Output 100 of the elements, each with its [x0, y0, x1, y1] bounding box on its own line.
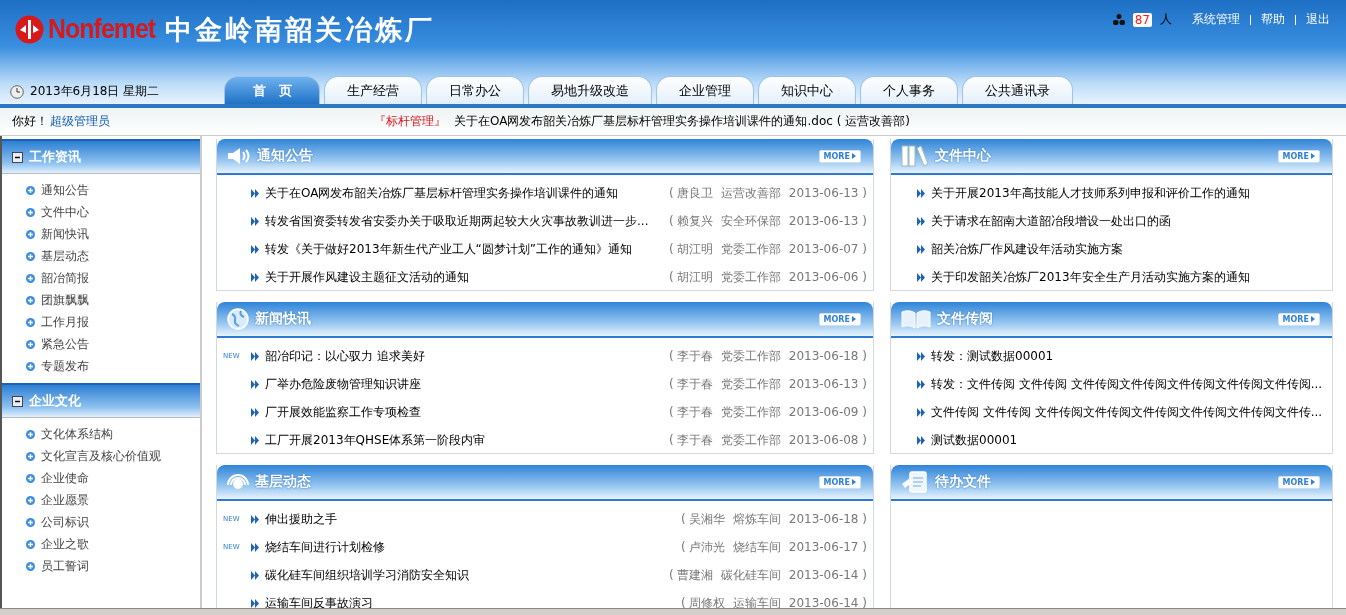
logo-text: Nonfemet	[48, 14, 156, 45]
users-icon	[1112, 14, 1125, 25]
collapse-icon[interactable]	[12, 395, 23, 407]
item-link[interactable]: 文件传阅 文件传阅 文件传阅文件传阅文件传阅文件传阅文件传阅文件传...	[931, 403, 1328, 421]
double-arrow-icon	[917, 379, 925, 389]
sidebar-link[interactable]: 员工誓词	[41, 557, 89, 575]
arrow-icon	[852, 153, 856, 159]
header-link[interactable]: 系统管理	[1190, 11, 1242, 28]
bullet-icon	[26, 517, 35, 527]
item-link[interactable]: 转发《关于做好2013年新生代产业工人“圆梦计划”工作的通知》通知	[265, 240, 669, 258]
item-link[interactable]: 测试数据00001	[931, 431, 1328, 449]
document-icon	[901, 470, 929, 494]
item-link[interactable]: 关于开展作风建设主题征文活动的通知	[265, 268, 669, 286]
item-meta: ( 唐良卫 运营改善部 2013-06-13 )	[669, 184, 867, 202]
nav-tab[interactable]: 知识中心	[758, 76, 856, 104]
double-arrow-icon	[251, 188, 259, 198]
item-meta: ( 李于春 党委工作部 2013-06-13 )	[669, 375, 867, 393]
nav-tab[interactable]: 日常办公	[426, 76, 524, 104]
item-link[interactable]: 厂举办危险废物管理知识讲座	[265, 375, 669, 393]
bullet-icon	[26, 561, 35, 571]
sidebar-link[interactable]: 企业愿景	[41, 491, 89, 509]
item-meta: ( 李于春 党委工作部 2013-06-08 )	[669, 431, 867, 449]
double-arrow-icon	[251, 216, 259, 226]
sidebar-link[interactable]: 专题发布	[41, 357, 89, 375]
item-link[interactable]: 烧结车间进行计划检修	[265, 538, 681, 556]
panel-title: 文件中心	[935, 147, 991, 165]
header-link[interactable]: 帮助	[1259, 11, 1287, 28]
double-arrow-icon	[251, 435, 259, 445]
item-link[interactable]: 运输车间反事故演习	[265, 594, 681, 608]
double-arrow-icon	[917, 407, 925, 417]
globe-icon	[227, 308, 249, 330]
sidebar-link[interactable]: 通知公告	[41, 181, 89, 199]
notice-tag: 『标杆管理』	[374, 113, 446, 130]
greeting-text: 你好！	[12, 113, 48, 130]
sidebar-link[interactable]: 文化体系结构	[41, 425, 113, 443]
item-link[interactable]: 转发：测试数据00001	[931, 347, 1328, 365]
arrow-icon	[852, 316, 856, 322]
double-arrow-icon	[251, 379, 259, 389]
double-arrow-icon	[917, 244, 925, 254]
double-arrow-icon	[917, 351, 925, 361]
nav-tab[interactable]: 生产经营	[324, 76, 422, 104]
more-button[interactable]: MORE	[1277, 475, 1320, 489]
item-link[interactable]: 韶冶印记：以心驭力 追求美好	[265, 347, 669, 365]
bullet-icon	[26, 251, 35, 261]
double-arrow-icon	[917, 216, 925, 226]
bullet-icon	[26, 339, 35, 349]
sidebar-link[interactable]: 文件中心	[41, 203, 89, 221]
arrow-icon	[1311, 479, 1315, 485]
item-link[interactable]: 转发省国资委转发省安委办关于吸取近期两起较大火灾事故教训进一步...	[265, 212, 669, 230]
more-button[interactable]: MORE	[1277, 149, 1320, 163]
item-link[interactable]: 工厂开展2013年QHSE体系第一阶段内审	[265, 431, 669, 449]
sidebar-link[interactable]: 新闻快讯	[41, 225, 89, 243]
item-meta: ( 卢沛光 烧结车间 2013-06-17 )	[681, 538, 867, 556]
online-count: 87	[1132, 12, 1152, 27]
sidebar-link[interactable]: 公司标识	[41, 513, 89, 531]
sidebar-link[interactable]: 团旗飘飘	[41, 291, 89, 309]
item-meta: ( 胡江明 党委工作部 2013-06-06 )	[669, 268, 867, 286]
item-link[interactable]: 厂开展效能监察工作专项检查	[265, 403, 669, 421]
item-link[interactable]: 转发：文件传阅 文件传阅 文件传阅文件传阅文件传阅文件传阅文件传阅...	[931, 375, 1328, 393]
double-arrow-icon	[251, 514, 259, 524]
user-link[interactable]: 超级管理员	[48, 113, 112, 130]
item-link[interactable]: 韶关冶炼厂作风建设年活动实施方案	[931, 240, 1328, 258]
double-arrow-icon	[251, 407, 259, 417]
item-meta: ( 胡江明 党委工作部 2013-06-07 )	[669, 240, 867, 258]
item-link[interactable]: 关于印发韶关冶炼厂2013年安全生产月活动实施方案的通知	[931, 268, 1328, 286]
item-link[interactable]: 关于请求在韶南大道韶冶段增设一处出口的函	[931, 212, 1328, 230]
sidebar-link[interactable]: 文化宣言及核心价值观	[41, 447, 161, 465]
bullet-icon	[26, 495, 35, 505]
item-link[interactable]: 伸出援助之手	[265, 510, 681, 528]
double-arrow-icon	[251, 351, 259, 361]
more-button[interactable]: MORE	[1277, 312, 1320, 326]
sidebar-link[interactable]: 韶冶简报	[41, 269, 89, 287]
sidebar-link[interactable]: 企业之歌	[41, 535, 89, 553]
nav-tab[interactable]: 企业管理	[656, 76, 754, 104]
sidebar-link[interactable]: 工作月报	[41, 313, 89, 331]
sidebar-link[interactable]: 基层动态	[41, 247, 89, 265]
more-button[interactable]: MORE	[818, 475, 861, 489]
item-link[interactable]: 关于在OA网发布韶关冶炼厂基层标杆管理实务操作培训课件的通知	[265, 184, 669, 202]
bullet-icon	[26, 361, 35, 371]
bullet-icon	[26, 295, 35, 305]
nav-tab[interactable]: 公共通讯录	[962, 76, 1073, 104]
more-button[interactable]: MORE	[818, 149, 861, 163]
panel-title: 文件传阅	[937, 310, 993, 328]
sidebar-link[interactable]: 企业使命	[41, 469, 89, 487]
arrow-icon	[1311, 153, 1315, 159]
header-link[interactable]: 退出	[1304, 11, 1332, 28]
double-arrow-icon	[251, 542, 259, 552]
sidebar-link[interactable]: 紧急公告	[41, 335, 89, 353]
nav-tab[interactable]: 个人事务	[860, 76, 958, 104]
nav-tab[interactable]: 易地升级改造	[528, 76, 652, 104]
date-text: 2013年6月18日 星期二	[30, 83, 160, 100]
item-link[interactable]: 碳化硅车间组织培训学习消防安全知识	[265, 566, 669, 584]
bullet-icon	[26, 451, 35, 461]
online-unit: 人	[1160, 11, 1172, 28]
collapse-icon[interactable]	[12, 151, 23, 163]
clock-icon	[10, 84, 24, 99]
notice-text[interactable]: 关于在OA网发布韶关冶炼厂基层标杆管理实务操作培训课件的通知.doc ( 运营改善部)	[454, 113, 910, 130]
speaker-icon	[227, 147, 251, 165]
item-link[interactable]: 关于开展2013年高技能人才技师系列申报和评价工作的通知	[931, 184, 1328, 202]
more-button[interactable]: MORE	[818, 312, 861, 326]
